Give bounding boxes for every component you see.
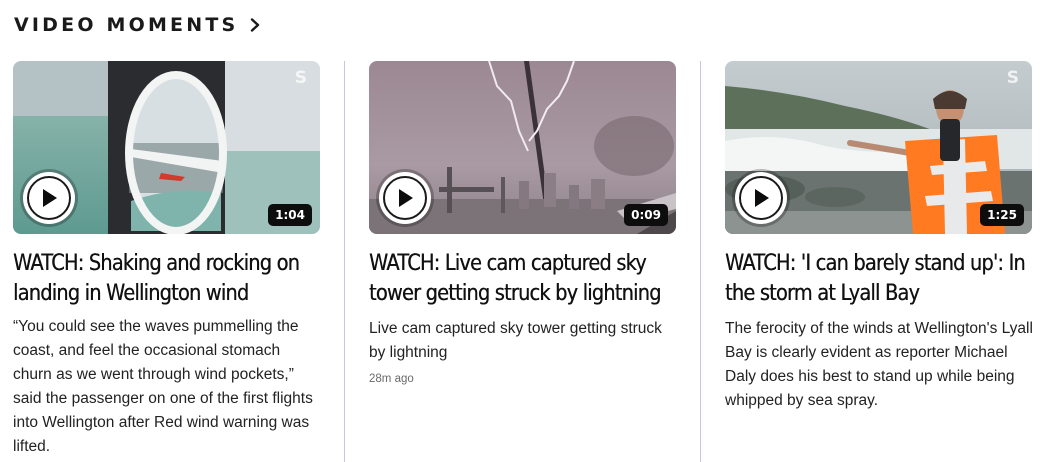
play-icon <box>755 189 769 207</box>
video-headline-link[interactable]: WATCH: 'I can barely stand up': In the s… <box>725 249 1033 309</box>
video-headline-link[interactable]: WATCH: Shaking and rocking on landing in… <box>13 249 321 309</box>
video-thumbnail[interactable]: S 1:25 <box>725 61 1032 234</box>
video-headline-link[interactable]: WATCH: Live cam captured sky tower getti… <box>369 249 677 309</box>
play-button[interactable] <box>379 172 431 224</box>
chevron-right-icon <box>248 18 262 32</box>
section-title: VIDEO MOMENTS <box>14 14 239 36</box>
video-thumbnail[interactable]: S 1:04 <box>13 61 320 234</box>
video-summary: The ferocity of the winds at Wellington'… <box>725 320 1033 409</box>
play-icon <box>399 189 413 207</box>
duration-badge: 1:04 <box>268 204 312 226</box>
column-divider <box>344 61 345 462</box>
video-summary: “You could see the waves pummelling the … <box>13 318 313 455</box>
duration-badge: 0:09 <box>624 204 668 226</box>
brand-logo-icon: S <box>294 68 307 88</box>
section-header-link[interactable]: VIDEO MOMENTS <box>14 12 262 38</box>
duration-badge: 1:25 <box>980 204 1024 226</box>
column-divider <box>700 61 701 462</box>
video-card[interactable]: 0:09 WATCH: Live cam captured sky tower … <box>369 61 677 385</box>
brand-logo-icon: S <box>1006 68 1019 88</box>
video-summary: Live cam captured sky tower getting stru… <box>369 320 662 361</box>
published-time: 28m ago <box>369 373 414 385</box>
video-card[interactable]: S 1:04 WATCH: Shaking and rocking on lan… <box>13 61 321 459</box>
video-card[interactable]: S 1:25 WATCH: 'I can barely stand up': I… <box>725 61 1033 413</box>
video-thumbnail[interactable]: 0:09 <box>369 61 676 234</box>
play-icon <box>43 189 57 207</box>
play-button[interactable] <box>735 172 787 224</box>
play-button[interactable] <box>23 172 75 224</box>
